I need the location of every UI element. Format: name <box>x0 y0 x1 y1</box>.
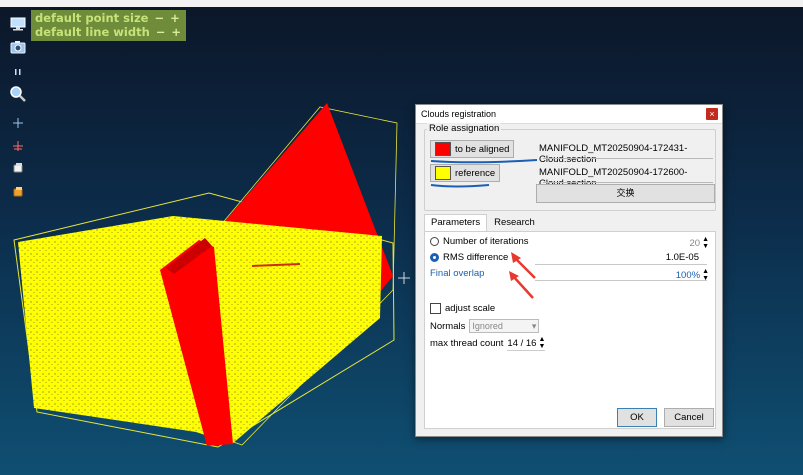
reference-cloud-underline <box>543 182 713 183</box>
cross-red-icon[interactable] <box>9 138 27 154</box>
line-width-increase-button[interactable]: + <box>171 25 181 39</box>
role-assignation-group: Role assignation to be aligned MANIFOLD_… <box>424 123 716 211</box>
cube-white-icon[interactable] <box>9 160 27 176</box>
aligned-cloud-underline <box>543 158 713 159</box>
ok-button[interactable]: OK <box>617 408 657 427</box>
camera-icon[interactable] <box>9 39 27 55</box>
tab-bar: Parameters Research <box>424 214 542 232</box>
point-size-decrease-button[interactable]: − <box>154 11 164 25</box>
line-width-label: default line width <box>35 25 150 39</box>
crosshair-icon[interactable] <box>9 115 27 131</box>
cancel-button[interactable]: Cancel <box>664 408 714 427</box>
dialog-titlebar[interactable]: Clouds registration × <box>416 105 722 124</box>
point-size-increase-button[interactable]: + <box>170 11 180 25</box>
cube-orange-icon[interactable] <box>9 184 27 200</box>
display-icon[interactable] <box>9 16 27 32</box>
swap-button[interactable]: 交换 <box>536 184 715 203</box>
close-button[interactable]: × <box>706 108 718 120</box>
zoom-icon[interactable] <box>9 86 27 102</box>
annotation-underlines <box>430 159 538 188</box>
pause-icon[interactable] <box>9 64 27 80</box>
clouds-registration-dialog: Clouds registration × Role assignation t… <box>415 104 723 437</box>
display-options-overlay: default point size − + default line widt… <box>31 10 187 41</box>
line-width-row: default line width − + <box>35 25 181 39</box>
annotation-arrows <box>509 252 536 299</box>
point-size-label: default point size <box>35 11 149 25</box>
dialog-title: Clouds registration <box>421 109 497 119</box>
tab-parameters[interactable]: Parameters <box>424 214 488 232</box>
line-width-decrease-button[interactable]: − <box>156 25 166 39</box>
tab-research[interactable]: Research <box>487 214 542 232</box>
parameters-panel: Number of iterations 20 ▲ ▼ RMS differenc… <box>424 231 716 429</box>
aligned-cloud-name: MANIFOLD_MT20250904-172431-Cloud.section <box>539 143 688 165</box>
point-size-row: default point size − + <box>35 11 181 25</box>
